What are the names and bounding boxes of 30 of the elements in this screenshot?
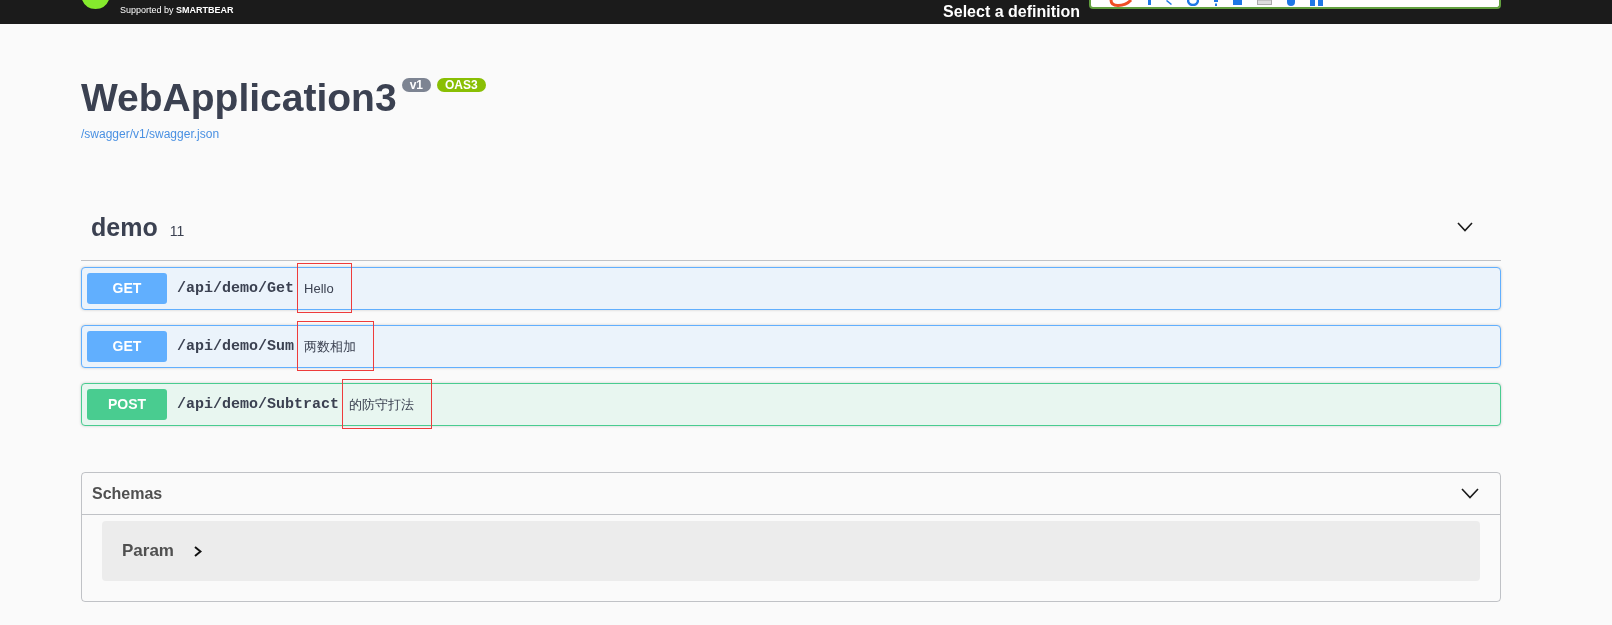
model-name: Param: [122, 541, 174, 561]
tagline-text: Supported by SMARTBEAR: [120, 5, 234, 16]
chevron-down-icon[interactable]: [1461, 488, 1479, 499]
chevron-right-icon[interactable]: [194, 545, 202, 557]
operation-path: /api/demo/Subtract: [176, 395, 341, 414]
api-title: WebApplication3: [81, 76, 397, 119]
method-badge: GET: [87, 273, 167, 304]
exclamation-icon[interactable]: [1214, 0, 1218, 6]
spec-badge: OAS3: [437, 78, 486, 92]
drop-icon[interactable]: [1287, 0, 1295, 6]
tag-description: 11: [169, 223, 185, 239]
method-badge: GET: [87, 331, 167, 362]
schemas-title[interactable]: Schemas: [92, 483, 163, 504]
operation-path: /api/demo/Sum: [176, 337, 296, 356]
operation-summary: 两数相加: [304, 338, 357, 355]
logo-icon[interactable]: [81, 0, 110, 9]
tag-name[interactable]: demo: [91, 212, 158, 242]
definition-label: Select a definition: [943, 2, 1080, 22]
slash-icon[interactable]: [1166, 0, 1172, 5]
method-badge: POST: [87, 389, 167, 420]
operation-path: /api/demo/Get: [176, 279, 296, 298]
pause-icon[interactable]: [1310, 0, 1323, 6]
chevron-down-icon[interactable]: [1457, 222, 1473, 232]
operation-summary: 的防守打法: [349, 396, 415, 413]
hook-icon[interactable]: [1109, 0, 1133, 7]
definition-select[interactable]: [1089, 0, 1501, 9]
version-badge: v1: [401, 78, 431, 92]
ring-icon[interactable]: [1187, 0, 1199, 6]
operation-summary: Hello: [304, 280, 334, 297]
model-row[interactable]: Param: [102, 521, 1480, 581]
